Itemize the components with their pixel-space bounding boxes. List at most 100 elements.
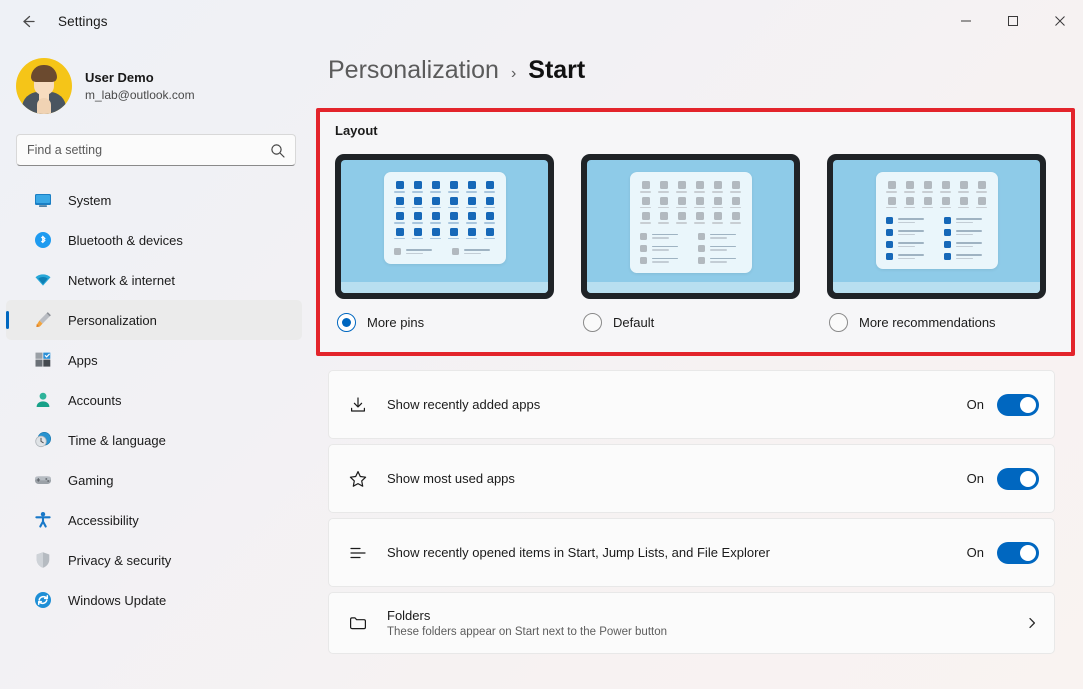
radio-button[interactable]	[583, 313, 602, 332]
sidebar-item-bluetooth-devices[interactable]: Bluetooth & devices	[6, 220, 302, 260]
layout-thumbnail	[581, 154, 800, 299]
radio-button[interactable]	[829, 313, 848, 332]
start-pin	[976, 197, 988, 209]
thumbnail-pin-grid	[394, 181, 496, 239]
thumbnail-taskbar	[833, 282, 1040, 293]
start-pin	[484, 212, 496, 224]
thumbnail-taskbar	[587, 282, 794, 293]
layout-section: Layout More pins Default More recommendati…	[316, 108, 1075, 356]
start-pin	[694, 212, 706, 224]
start-pin	[484, 197, 496, 209]
setting-row[interactable]: Show recently opened items in Start, Jum…	[328, 518, 1055, 587]
start-pin	[940, 197, 952, 209]
sidebar-item-label: Gaming	[68, 473, 114, 488]
start-pin	[712, 212, 724, 224]
window-controls	[942, 0, 1083, 42]
thumbnail-pin-grid	[640, 181, 742, 224]
layout-option[interactable]: More pins	[335, 154, 554, 332]
start-pin	[658, 197, 670, 209]
start-pin	[676, 197, 688, 209]
start-pin	[394, 197, 406, 209]
thumbnail-recommendations	[394, 248, 496, 255]
start-pin	[694, 197, 706, 209]
search-icon	[270, 143, 285, 158]
setting-title: Folders	[387, 608, 1025, 623]
start-pin	[466, 228, 478, 240]
sidebar-item-personalization[interactable]: Personalization	[6, 300, 302, 340]
main-content: Personalization › Start Layout More pins…	[312, 42, 1083, 689]
start-pin	[730, 181, 742, 193]
accessibility-person-icon	[32, 509, 54, 531]
thumbnail-recommendations	[640, 233, 742, 264]
setting-row[interactable]: FoldersThese folders appear on Start nex…	[328, 592, 1055, 654]
breadcrumb-parent[interactable]: Personalization	[328, 56, 499, 85]
start-pin	[976, 181, 988, 193]
start-pin	[658, 212, 670, 224]
title-bar: Settings	[0, 0, 1083, 42]
toggle-state-label: On	[967, 471, 984, 486]
start-pin	[448, 197, 460, 209]
apps-grid-icon	[32, 349, 54, 371]
search-box[interactable]	[16, 134, 296, 166]
thumbnail-screen	[833, 160, 1040, 293]
sidebar-item-label: Accounts	[68, 393, 121, 408]
layout-thumbnail	[827, 154, 1046, 299]
sidebar-item-network-internet[interactable]: Network & internet	[6, 260, 302, 300]
start-pin	[958, 197, 970, 209]
layout-option[interactable]: Default	[581, 154, 800, 332]
layout-radio-row[interactable]: More pins	[335, 313, 554, 332]
sidebar-item-system[interactable]: System	[6, 180, 302, 220]
refresh-circle-icon	[32, 589, 54, 611]
search-input[interactable]	[27, 143, 270, 157]
sidebar-item-label: Accessibility	[68, 513, 139, 528]
sidebar-item-label: Windows Update	[68, 593, 166, 608]
radio-button[interactable]	[337, 313, 356, 332]
start-pin	[484, 228, 496, 240]
start-pin	[904, 197, 916, 209]
profile-card[interactable]: User Demo m_lab@outlook.com	[0, 48, 312, 124]
minimize-button[interactable]	[942, 0, 989, 42]
close-button[interactable]	[1036, 0, 1083, 42]
toggle-switch[interactable]	[997, 468, 1039, 490]
sidebar-item-accessibility[interactable]: Accessibility	[6, 500, 302, 540]
layout-section-title: Layout	[320, 112, 1071, 138]
wifi-icon	[32, 269, 54, 291]
chevron-right-icon[interactable]	[1025, 616, 1039, 630]
sidebar-item-gaming[interactable]: Gaming	[6, 460, 302, 500]
layout-radio-row[interactable]: Default	[581, 313, 800, 332]
start-pin	[940, 181, 952, 193]
start-pin	[412, 212, 424, 224]
sidebar-item-accounts[interactable]: Accounts	[6, 380, 302, 420]
layout-option[interactable]: More recommendations	[827, 154, 1046, 332]
gamepad-icon	[32, 469, 54, 491]
maximize-button[interactable]	[989, 0, 1036, 42]
sidebar-item-privacy-security[interactable]: Privacy & security	[6, 540, 302, 580]
start-pin	[640, 181, 652, 193]
start-recommendation	[944, 217, 988, 224]
layout-radio-row[interactable]: More recommendations	[827, 313, 1046, 332]
sidebar-item-label: Time & language	[68, 433, 166, 448]
back-button[interactable]	[10, 6, 44, 36]
setting-row[interactable]: Show recently added appsOn	[328, 370, 1055, 439]
start-recommendation	[944, 241, 988, 248]
layout-thumbnail	[335, 154, 554, 299]
start-recommendation	[640, 233, 684, 240]
setting-row[interactable]: Show most used appsOn	[328, 444, 1055, 513]
start-pin	[448, 181, 460, 193]
toggle-switch[interactable]	[997, 394, 1039, 416]
start-pin	[640, 197, 652, 209]
sidebar-item-label: Bluetooth & devices	[68, 233, 183, 248]
avatar	[16, 58, 72, 114]
sidebar-item-apps[interactable]: Apps	[6, 340, 302, 380]
thumbnail-screen	[587, 160, 794, 293]
sidebar-item-windows-update[interactable]: Windows Update	[6, 580, 302, 620]
toggle-switch[interactable]	[997, 542, 1039, 564]
setting-title: Show recently opened items in Start, Jum…	[387, 545, 967, 560]
start-pin	[394, 228, 406, 240]
thumbnail-screen	[341, 160, 548, 293]
start-pin	[430, 212, 442, 224]
sidebar-item-label: Privacy & security	[68, 553, 171, 568]
start-recommendation	[886, 241, 930, 248]
start-pin	[922, 181, 934, 193]
sidebar-item-time-language[interactable]: Time & language	[6, 420, 302, 460]
